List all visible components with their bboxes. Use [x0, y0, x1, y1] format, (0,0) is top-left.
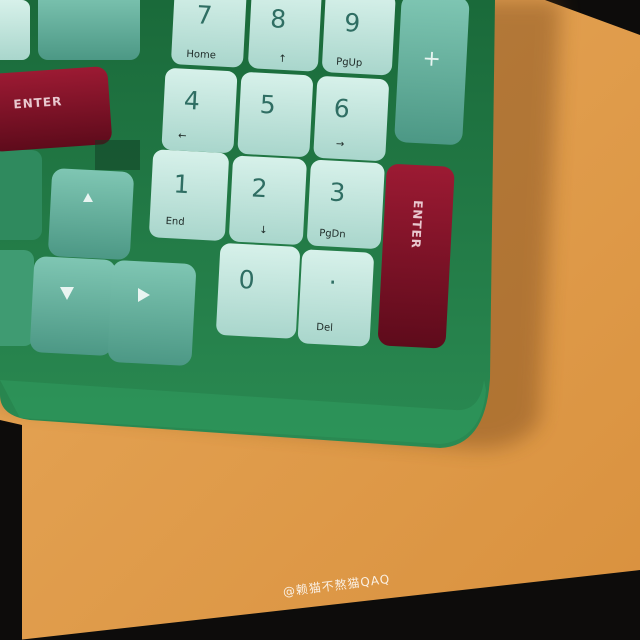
key-dot-main: ·	[328, 268, 337, 297]
key-top-left-mint	[0, 0, 30, 60]
key-top-left-sea	[38, 0, 140, 60]
key-7-main: 7	[196, 0, 213, 30]
key-4-main: 4	[183, 86, 200, 116]
enter-key-main: ENTER	[0, 66, 112, 152]
key-0-cap	[216, 243, 300, 339]
key-6-main: 6	[333, 94, 350, 124]
key-5-cap	[237, 72, 313, 157]
key-2-cap	[229, 155, 307, 245]
enter-key-numpad-cap	[378, 164, 455, 349]
key-9-sub: PgUp	[336, 57, 363, 69]
key-6-sub: →	[336, 139, 345, 150]
key-arrow-up	[48, 168, 134, 260]
key-dot-sub: Del	[316, 322, 333, 334]
key-1-sub: End	[165, 216, 185, 228]
crop-border-left	[0, 420, 22, 640]
key-3-main: 3	[329, 178, 346, 208]
key-8-sub: ↑	[278, 54, 287, 65]
key-7-sub: Home	[186, 49, 216, 62]
key-6-cap	[313, 76, 389, 161]
key-9-main: 9	[344, 8, 361, 38]
key-side-green-2	[0, 250, 34, 346]
key-1-main: 1	[173, 169, 190, 199]
key-1-cap	[149, 149, 229, 241]
key-plus-main: +	[422, 46, 442, 72]
key-2-main: 2	[251, 173, 268, 203]
key-gap-shadow	[95, 140, 140, 170]
key-side-green-1	[0, 150, 42, 240]
key-4-cap	[161, 68, 238, 153]
key-5-main: 5	[259, 90, 276, 120]
key-arrow-right	[107, 260, 196, 366]
enter-key-numpad-label: ENTER	[409, 200, 426, 250]
key-4-sub: ←	[178, 131, 187, 142]
key-8-main: 8	[270, 4, 287, 34]
key-2-sub: ↓	[259, 225, 268, 236]
keyboard-photo: ENTER 7 Home 8 ↑ 9 PgUp 4 ← 5 6 → 1 End	[0, 0, 640, 640]
key-0-main: 0	[238, 265, 255, 295]
key-plus-cap	[394, 0, 470, 145]
key-dot-cap	[297, 249, 374, 347]
key-arrow-down	[30, 256, 116, 356]
key-3-sub: PgDn	[319, 228, 346, 240]
